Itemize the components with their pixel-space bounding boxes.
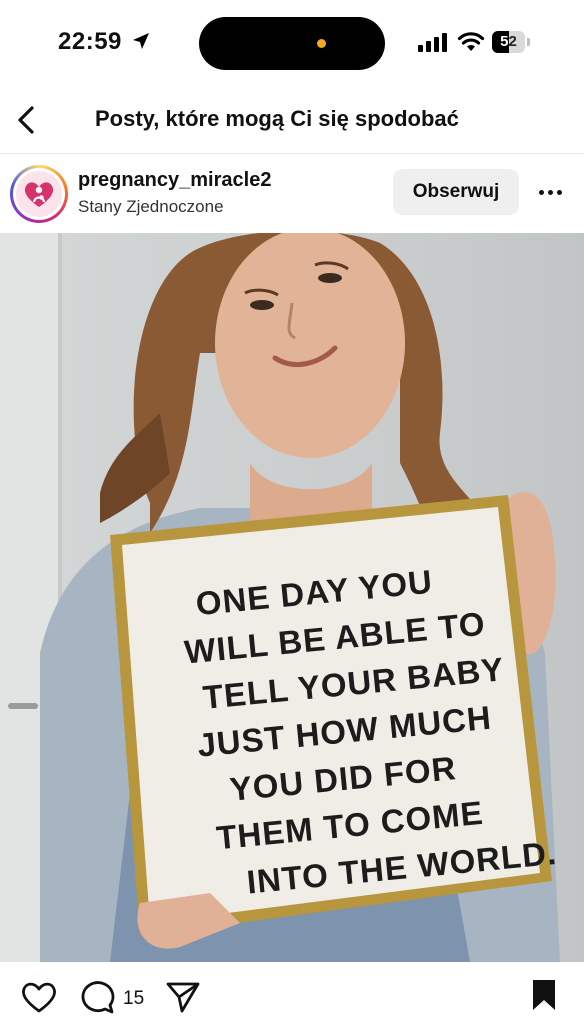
more-dot xyxy=(547,189,553,195)
battery-icon: 52 xyxy=(492,31,525,53)
post-photo-illustration: ONE DAY YOUWILL BE ABLE TOTELL YOUR BABY… xyxy=(0,233,560,962)
status-bar: 22:59 52 xyxy=(0,0,584,88)
more-horizontal-icon xyxy=(538,189,544,195)
chevron-left-icon xyxy=(18,106,34,134)
post-location[interactable]: Stany Zjednoczone xyxy=(78,197,224,217)
avatar-image xyxy=(16,171,62,217)
more-dot xyxy=(556,189,562,195)
dynamic-island xyxy=(199,17,385,70)
more-options-button[interactable] xyxy=(532,177,568,207)
header-divider xyxy=(0,153,584,154)
privacy-indicator-icon xyxy=(317,39,326,48)
follow-button[interactable]: Obserwuj xyxy=(393,169,519,215)
heart-logo-icon xyxy=(24,182,54,207)
post-action-bar xyxy=(0,962,584,1024)
post-image[interactable]: ONE DAY YOU WILL BE ABLE TO TELL YOUR BABY… xyxy=(0,233,584,962)
post-username[interactable]: pregnancy_miracle2 xyxy=(78,169,271,192)
battery-percent: 52 xyxy=(500,33,517,50)
back-button[interactable] xyxy=(8,100,44,140)
battery-indicator: 52 xyxy=(492,31,532,53)
send-icon[interactable] xyxy=(165,980,201,1014)
location-arrow-icon xyxy=(133,33,149,49)
status-time: 22:59 xyxy=(58,28,122,55)
page-header: Posty, które mogą Ci się spodobać xyxy=(0,92,584,150)
wifi-icon xyxy=(457,32,485,51)
post-header: pregnancy_miracle2 Stany Zjednoczone Obs… xyxy=(0,160,584,230)
comment-icon[interactable] xyxy=(80,980,116,1014)
avatar[interactable] xyxy=(10,165,68,223)
comment-count: 15 xyxy=(123,988,145,1009)
battery-tip xyxy=(527,38,530,46)
page-title: Posty, które mogą Ci się spodobać xyxy=(95,106,459,131)
cellular-signal-icon xyxy=(418,33,447,52)
bookmark-icon[interactable] xyxy=(530,978,558,1012)
avatar-border xyxy=(13,168,65,220)
like-button[interactable] xyxy=(20,980,58,1014)
